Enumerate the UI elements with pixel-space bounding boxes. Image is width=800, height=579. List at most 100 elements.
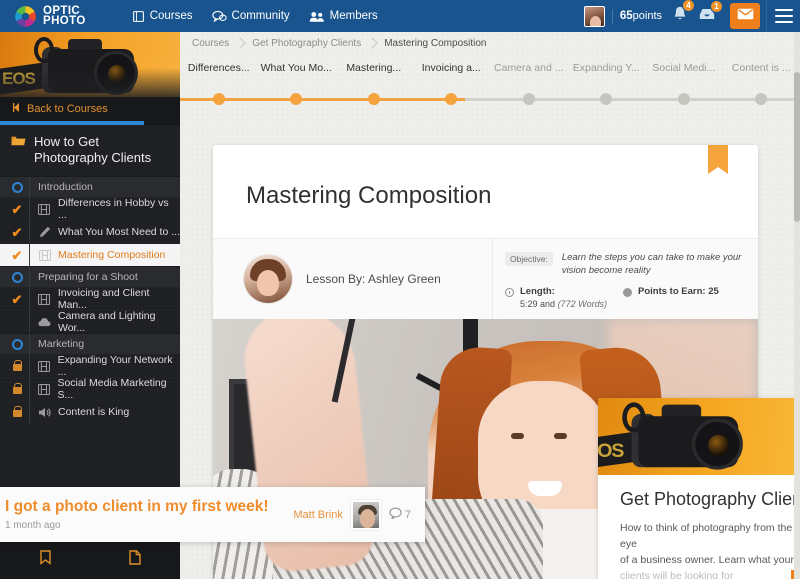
- list-rail: [29, 221, 30, 243]
- promo-banner-image: EOS: [598, 398, 800, 475]
- stepper-step-4[interactable]: Camera and ...: [490, 54, 568, 74]
- stepper-step-6[interactable]: Social Medi...: [645, 54, 723, 74]
- stepper-step-label: Mastering...: [346, 62, 402, 74]
- list-rail: [29, 288, 30, 310]
- promo-card[interactable]: EOS Get Photography Client How to think …: [598, 398, 800, 579]
- points-to-earn-value: 25: [708, 286, 719, 297]
- lesson-group-2[interactable]: Marketing: [0, 333, 180, 354]
- coin-icon: [623, 288, 632, 297]
- toast-author-name[interactable]: Matt Brink: [293, 509, 343, 521]
- course-title-block[interactable]: How to Get Photography Clients: [0, 125, 180, 176]
- stepper-step-label: Social Medi...: [652, 62, 716, 74]
- activity-toast[interactable]: I got a photo client in my first week! 1…: [0, 487, 425, 542]
- list-rail: [29, 198, 30, 220]
- lesson-by-label: Lesson By: Ashley Green: [306, 272, 441, 286]
- sidebar-lesson-item[interactable]: ✔ Invoicing and Client Man...: [0, 287, 180, 311]
- brand-logo[interactable]: OPTIC PHOTO: [0, 5, 86, 28]
- lesson-group-0[interactable]: Introduction: [0, 176, 180, 197]
- sidebar-lesson-item[interactable]: Expanding Your Network ...: [0, 354, 180, 378]
- length-value: 5:29 and: [520, 299, 556, 309]
- stepper-dot-3[interactable]: [445, 93, 458, 105]
- stepper-step-3[interactable]: Invoicing a...: [413, 54, 491, 74]
- sidebar-lesson-item[interactable]: Camera and Lighting Wor...: [0, 310, 180, 334]
- camera-illustration: EOS: [598, 400, 800, 475]
- notes-icon[interactable]: [129, 550, 141, 570]
- sidebar-lesson-label: Mastering Composition: [58, 249, 166, 261]
- group-status-icon: [8, 267, 26, 287]
- lesson-status-icon: ✔: [11, 224, 23, 240]
- points-value: 65: [619, 10, 633, 22]
- inbox-button[interactable]: 1: [698, 0, 723, 27]
- stepper-rail: [180, 93, 800, 105]
- stepper-dot-4[interactable]: [522, 93, 535, 105]
- nav-item-members[interactable]: Members: [309, 10, 378, 23]
- promo-line-2: of a business owner. Learn what your: [620, 554, 794, 566]
- back-to-courses-label: Back to Courses: [27, 103, 108, 115]
- stepper-dot-0[interactable]: [212, 93, 225, 105]
- stepper-step-5[interactable]: Expanding Y...: [568, 54, 646, 74]
- brand-line-2: PHOTO: [43, 15, 86, 27]
- stepper-labels: Differences... What You Mo... Mastering...…: [180, 54, 800, 74]
- lock-icon: [12, 359, 22, 371]
- stepper-step-0[interactable]: Differences...: [180, 54, 258, 74]
- lesson-status-icon: [8, 311, 26, 333]
- bookmark-icon[interactable]: [39, 550, 52, 570]
- folder-icon: [11, 134, 26, 152]
- stepper-dot-6[interactable]: [677, 93, 690, 105]
- length-stat: Length: 5:29 and (772 Words): [505, 286, 623, 309]
- stepper-dot-5[interactable]: [600, 93, 613, 105]
- chat-icon: [211, 10, 227, 23]
- matt-brink-avatar[interactable]: [350, 499, 381, 530]
- avatar[interactable]: [583, 5, 605, 27]
- toast-title[interactable]: I got a photo client in my first week!: [5, 498, 293, 516]
- hamburger-line: [774, 15, 793, 17]
- promo-line-3: clients will be looking for: [620, 570, 734, 579]
- stepper-step-label: What You Mo...: [260, 62, 332, 74]
- instructor-block: Lesson By: Ashley Green: [213, 239, 493, 319]
- people-icon: [309, 10, 325, 23]
- length-words: (772 Words): [557, 299, 608, 309]
- notifications-button[interactable]: 4: [672, 0, 695, 27]
- page-scrollbar-track[interactable]: [794, 32, 800, 579]
- aperture-icon: [14, 5, 37, 28]
- video-icon: [38, 360, 51, 372]
- comment-count-group[interactable]: 7: [389, 507, 411, 522]
- camera-strap-loop: [622, 402, 646, 433]
- stepper-dot-2[interactable]: [367, 93, 380, 105]
- stepper-step-1[interactable]: What You Mo...: [258, 54, 336, 74]
- sidebar-lesson-label: Social Media Marketing S...: [57, 377, 167, 401]
- lesson-progress-stepper: Differences... What You Mo... Mastering...…: [180, 54, 800, 105]
- nav-item-courses[interactable]: Courses: [132, 10, 193, 23]
- sidebar-footer: [0, 540, 180, 579]
- primary-nav: Courses Community Members: [132, 10, 378, 23]
- sidebar-lesson-item[interactable]: Content is King: [0, 400, 180, 423]
- sidebar-lesson-item[interactable]: ✔ What You Most Need to ...: [0, 220, 180, 243]
- back-to-courses-link[interactable]: Back to Courses: [0, 97, 180, 121]
- page-scrollbar-thumb[interactable]: [794, 72, 800, 222]
- camera-lens: [691, 418, 743, 470]
- course-title: How to Get Photography Clients: [34, 134, 152, 165]
- objective-label: Objective:: [505, 252, 553, 266]
- stepper-dot-1[interactable]: [290, 93, 303, 105]
- messages-button[interactable]: [730, 3, 760, 29]
- stepper-step-label: Expanding Y...: [572, 62, 640, 74]
- sidebar-lesson-item[interactable]: ✔ Differences in Hobby vs ...: [0, 197, 180, 221]
- video-icon: [38, 203, 51, 215]
- stepper-step-7[interactable]: Content is ...: [723, 54, 800, 74]
- sidebar-lesson-label: Differences in Hobby vs ...: [57, 197, 169, 221]
- breadcrumb-item-1[interactable]: Get Photography Clients: [245, 38, 368, 49]
- stepper-step-2[interactable]: Mastering...: [335, 54, 413, 74]
- nav-item-community[interactable]: Community: [211, 10, 290, 23]
- chevron-left-icon: [13, 103, 20, 115]
- sidebar-lesson-label: What You Most Need to ...: [58, 226, 180, 238]
- lesson-status-icon: [8, 401, 26, 423]
- stepper-dot-7[interactable]: [755, 93, 768, 105]
- hamburger-menu-button[interactable]: [766, 0, 800, 32]
- breadcrumb-item-0[interactable]: Courses: [185, 38, 236, 49]
- hero-eye: [511, 433, 524, 439]
- lesson-group-1[interactable]: Preparing for a Shoot: [0, 266, 180, 287]
- sidebar-lesson-item-active[interactable]: ✔ Mastering Composition: [0, 243, 180, 266]
- sidebar-lesson-item[interactable]: Social Media Marketing S...: [0, 377, 180, 401]
- envelope-icon: [737, 7, 754, 25]
- lesson-status-icon: ✔: [11, 201, 23, 217]
